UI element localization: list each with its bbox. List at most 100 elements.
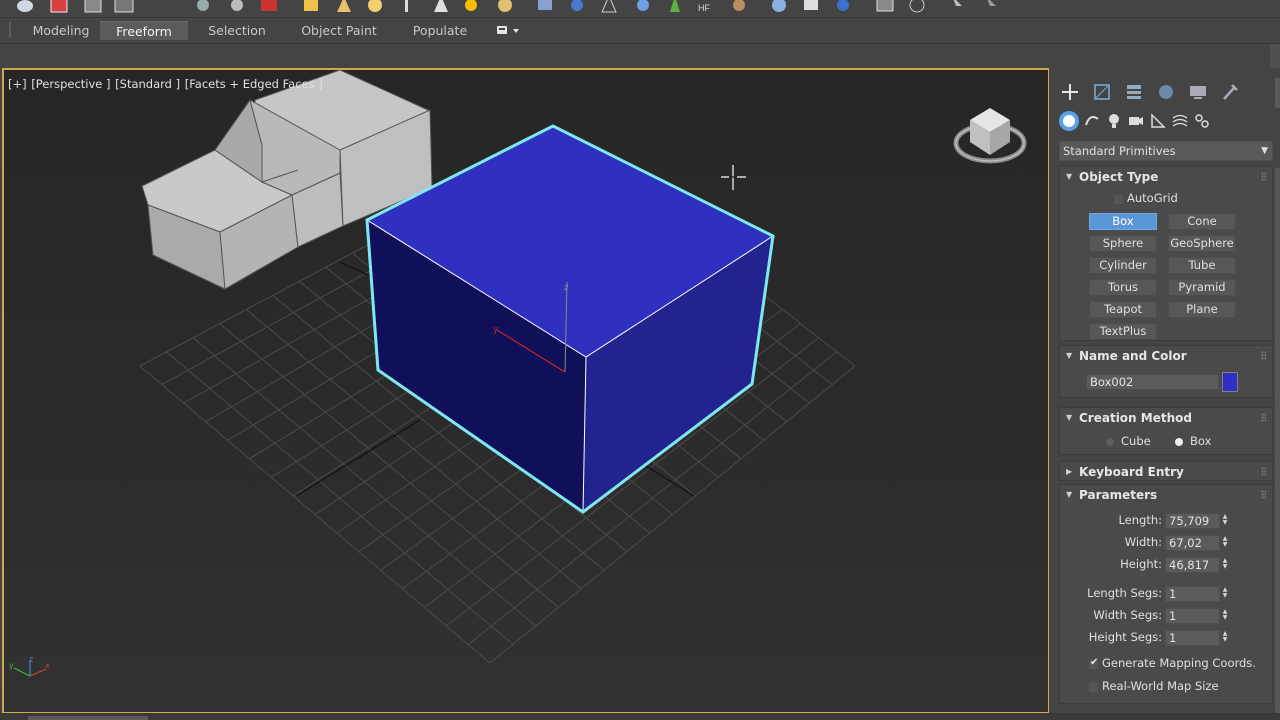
- width-segs-field[interactable]: 1: [1165, 608, 1220, 624]
- xform-icon[interactable]: [728, 0, 750, 16]
- object-name-field[interactable]: Box002: [1086, 374, 1219, 390]
- move-icon[interactable]: [980, 0, 1002, 16]
- tab-object-paint[interactable]: Object Paint: [292, 21, 386, 40]
- width-field[interactable]: 67,02: [1165, 535, 1220, 551]
- sphere-icon[interactable]: [364, 0, 386, 16]
- geometry-category-icon[interactable]: [1059, 111, 1079, 131]
- height-spinner[interactable]: ▲ ▼: [1221, 558, 1229, 572]
- height-field[interactable]: 46,817: [1165, 557, 1220, 573]
- command-panel-scrollbar[interactable]: [1275, 168, 1280, 713]
- length-field[interactable]: 75,709: [1165, 513, 1220, 529]
- tab-modeling[interactable]: Modeling: [22, 21, 100, 40]
- svg-text:HF: HF: [698, 3, 710, 13]
- length-segs-spinner[interactable]: ▲ ▼: [1221, 587, 1229, 601]
- viewport-point-of-view-menu[interactable]: [Perspective ]: [31, 77, 110, 91]
- primitive-button-plane[interactable]: Plane: [1168, 301, 1236, 318]
- grip-icon[interactable]: [1261, 172, 1266, 181]
- primitive-button-pyramid[interactable]: Pyramid: [1168, 279, 1236, 296]
- grip-icon[interactable]: [1261, 413, 1266, 422]
- help-icon[interactable]: [906, 0, 928, 16]
- height-segs-field[interactable]: 1: [1165, 630, 1220, 646]
- tower-icon[interactable]: [598, 0, 620, 16]
- primitive-category-dropdown[interactable]: Standard Primitives ▼: [1059, 141, 1273, 161]
- teapot-icon[interactable]: [14, 0, 36, 16]
- light-icon[interactable]: [430, 0, 452, 16]
- cube-radio[interactable]: [1106, 438, 1114, 446]
- grip-icon[interactable]: [1261, 467, 1266, 476]
- material-ball-icon[interactable]: [494, 0, 516, 16]
- select-icon[interactable]: [192, 0, 214, 16]
- flag-icon[interactable]: [397, 0, 419, 16]
- primitive-button-torus[interactable]: Torus: [1089, 279, 1157, 296]
- primitive-button-box[interactable]: Box: [1089, 213, 1157, 230]
- name-and-color-header[interactable]: ▼ Name and Color: [1060, 346, 1272, 366]
- primitive-button-sphere[interactable]: Sphere: [1089, 235, 1157, 252]
- primitive-button-geosphere[interactable]: GeoSphere: [1168, 235, 1236, 252]
- perspective-viewport[interactable]: z y z x y [+] [Perspective ] [Standard]…: [2, 68, 1049, 713]
- width-segs-label: Width Segs:: [1093, 608, 1162, 622]
- plant-icon[interactable]: [664, 0, 686, 16]
- modify-tab-icon[interactable]: [1089, 80, 1115, 104]
- primitive-button-teapot[interactable]: Teapot: [1089, 301, 1157, 318]
- primitive-button-tube[interactable]: Tube: [1168, 257, 1236, 274]
- ribbon-scroll-handle[interactable]: [1270, 44, 1280, 68]
- camera-icon[interactable]: [800, 0, 822, 16]
- grip-icon[interactable]: [1261, 490, 1266, 499]
- gear-icon[interactable]: [632, 0, 654, 16]
- real-world-map-size-checkbox[interactable]: [1088, 682, 1099, 693]
- viewport-display-mode-menu[interactable]: [Facets + Edged Faces ]: [185, 77, 323, 91]
- autogrid-checkbox[interactable]: [1113, 194, 1124, 205]
- parameters-header[interactable]: ▼ Parameters: [1060, 485, 1272, 505]
- bubble-icon[interactable]: [832, 0, 854, 16]
- box-radio[interactable]: [1175, 438, 1183, 446]
- tab-populate[interactable]: Populate: [402, 21, 478, 40]
- globe-icon[interactable]: [768, 0, 790, 16]
- viewport-shading-standard-menu[interactable]: [Standard ]: [115, 77, 180, 91]
- primitive-button-cone[interactable]: Cone: [1168, 213, 1236, 230]
- motion-tab-icon[interactable]: [1153, 80, 1179, 104]
- width-segs-spinner[interactable]: ▲ ▼: [1221, 609, 1229, 623]
- render-icon[interactable]: [258, 0, 280, 16]
- pointer-icon[interactable]: [946, 0, 968, 16]
- hierarchy-tab-icon[interactable]: [1121, 80, 1147, 104]
- grip-icon[interactable]: [1261, 351, 1266, 360]
- display-tab-icon[interactable]: [1185, 80, 1211, 104]
- space-warps-category-icon[interactable]: [1170, 111, 1190, 131]
- hf-icon[interactable]: HF: [696, 0, 718, 16]
- viewport-general-menu[interactable]: [+]: [8, 77, 27, 91]
- primitive-button-textplus[interactable]: TextPlus: [1089, 323, 1157, 340]
- list-icon[interactable]: [113, 0, 135, 16]
- link-icon[interactable]: [226, 0, 248, 16]
- utilities-tab-icon[interactable]: [1217, 80, 1243, 104]
- helpers-category-icon[interactable]: [1148, 111, 1168, 131]
- cameras-category-icon[interactable]: [1126, 111, 1146, 131]
- layer-icon[interactable]: [82, 0, 104, 16]
- cone-icon[interactable]: [333, 0, 355, 16]
- length-segs-field[interactable]: 1: [1165, 586, 1220, 602]
- systems-category-icon[interactable]: [1192, 111, 1212, 131]
- tab-freeform[interactable]: Freeform: [100, 21, 188, 40]
- ribbon-options-icon[interactable]: [494, 23, 524, 38]
- window-icon[interactable]: [874, 0, 896, 16]
- height-segs-spinner[interactable]: ▲ ▼: [1221, 631, 1229, 645]
- object-type-header[interactable]: ▼ Object Type: [1060, 167, 1272, 187]
- creation-method-header[interactable]: ▼ Creation Method: [1060, 408, 1272, 428]
- keyboard-entry-header[interactable]: ▶ Keyboard Entry: [1060, 462, 1272, 482]
- tab-selection[interactable]: Selection: [196, 21, 278, 40]
- lights-category-icon[interactable]: [1104, 111, 1124, 131]
- sun-icon[interactable]: [460, 0, 482, 16]
- length-spinner[interactable]: ▲ ▼: [1221, 514, 1229, 528]
- object-color-swatch[interactable]: [1222, 372, 1238, 392]
- width-spinner[interactable]: ▲ ▼: [1221, 536, 1229, 550]
- primitive-button-cylinder[interactable]: Cylinder: [1089, 257, 1157, 274]
- generate-mapping-checkbox[interactable]: [1088, 657, 1099, 670]
- scene-canvas[interactable]: z y z x y: [2, 68, 1049, 713]
- shapes-category-icon[interactable]: [1082, 111, 1102, 131]
- create-tab-icon[interactable]: [1057, 80, 1083, 104]
- viewport-label-menu[interactable]: [+] [Perspective ] [Standard ] [Facets +…: [8, 77, 324, 91]
- box-icon[interactable]: [300, 0, 322, 16]
- command-panel-tabs-scroll[interactable]: [1275, 78, 1280, 108]
- molecule-icon[interactable]: [566, 0, 588, 16]
- particle-icon[interactable]: [534, 0, 556, 16]
- render-setup-icon[interactable]: [48, 0, 70, 16]
